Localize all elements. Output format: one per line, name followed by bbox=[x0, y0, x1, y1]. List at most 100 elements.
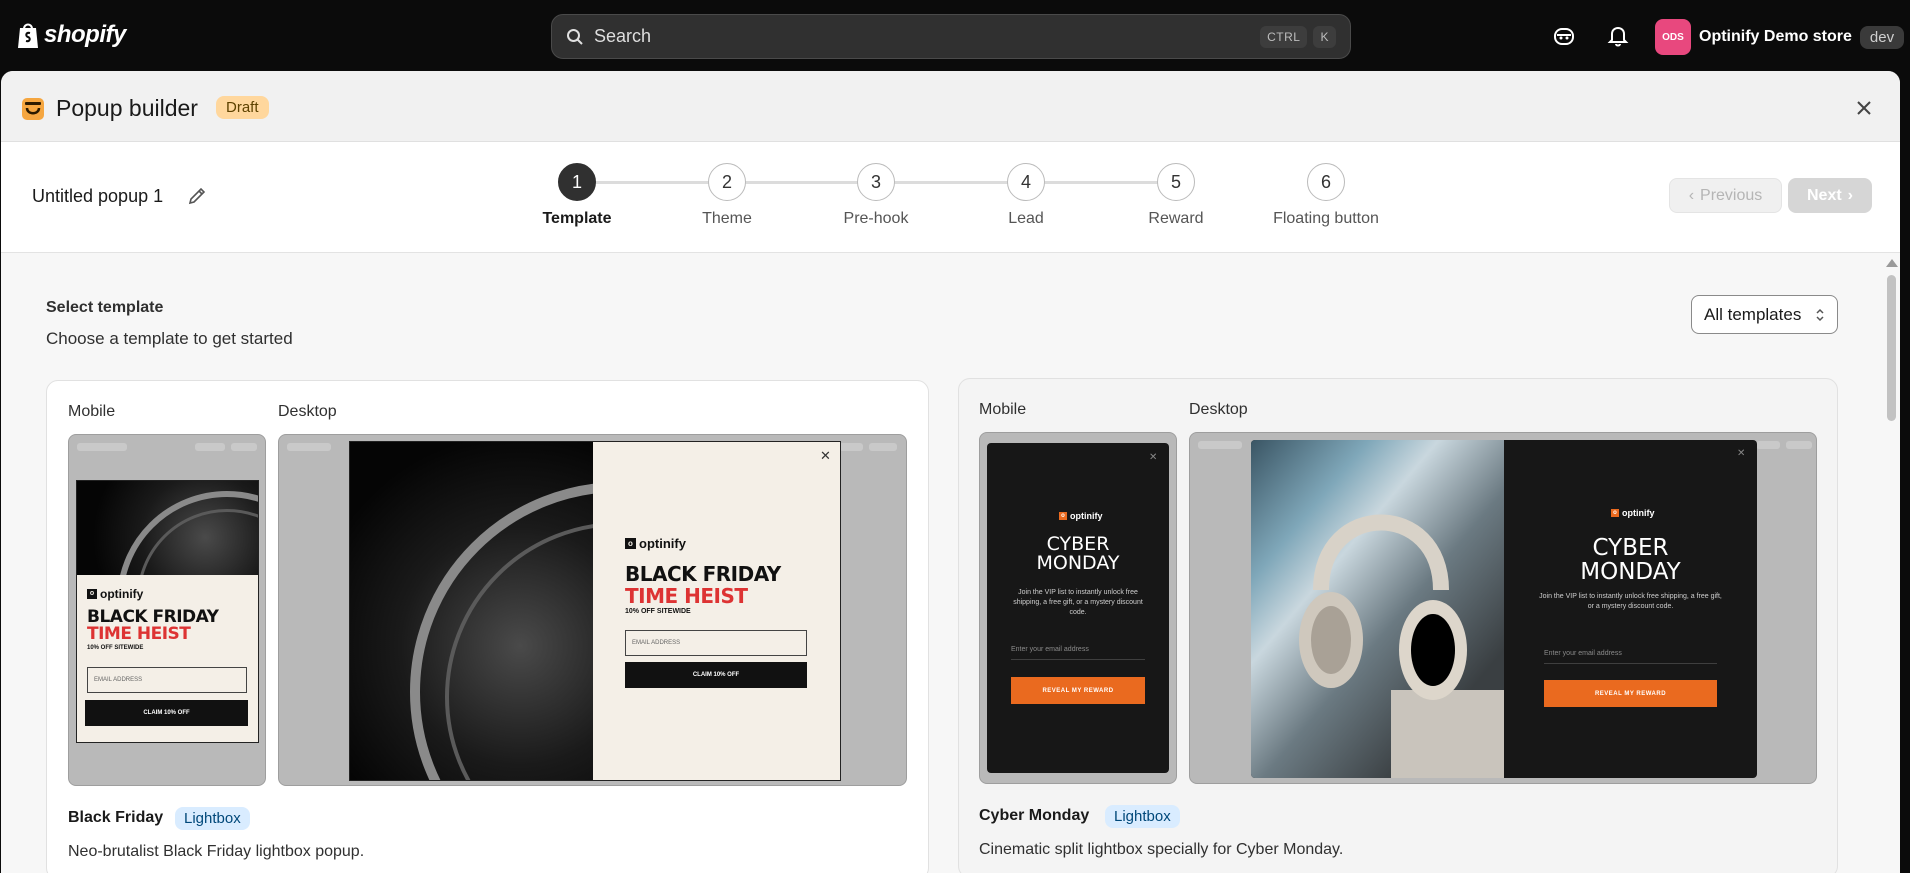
template-type-badge: Lightbox bbox=[175, 807, 250, 830]
template-card-black-friday[interactable]: Mobile Desktop o optinify BLACK FRIDAY T… bbox=[46, 380, 929, 873]
placeholder-bar bbox=[1198, 441, 1242, 449]
pencil-icon[interactable] bbox=[187, 186, 207, 206]
app-icon bbox=[22, 98, 44, 120]
draft-badge: Draft bbox=[216, 96, 269, 119]
mobile-label: Mobile bbox=[979, 401, 1027, 418]
headphones-image bbox=[1251, 440, 1504, 778]
step-6-label[interactable]: Floating button bbox=[1246, 210, 1406, 228]
optinify-logo: o optinify bbox=[1611, 508, 1655, 518]
sidekick-icon[interactable] bbox=[1552, 24, 1576, 48]
placeholder-bar bbox=[1786, 441, 1812, 449]
brand-name: optinify bbox=[100, 587, 144, 601]
popup-headline-second: MONDAY bbox=[1036, 552, 1120, 574]
logo-wordmark: shopify bbox=[44, 21, 126, 48]
modal-title: Popup builder bbox=[56, 95, 198, 121]
previous-button[interactable]: ‹ Previous bbox=[1669, 178, 1782, 213]
next-button[interactable]: Next › bbox=[1788, 178, 1872, 213]
popup-offer: 10% OFF SITEWIDE bbox=[87, 645, 144, 651]
logo-mark-icon: o bbox=[87, 589, 97, 599]
modal-header: Popup builder Draft bbox=[1, 71, 1900, 142]
popup-offer: 10% OFF SITEWIDE bbox=[625, 608, 691, 615]
chevron-right-icon: › bbox=[1847, 186, 1853, 204]
shopify-logo[interactable]: shopify bbox=[16, 20, 126, 50]
black-friday-desktop-popup: ✕ o optinify BLACK FRIDAY TIME HEIST 10%… bbox=[349, 441, 841, 781]
step-2-circle[interactable]: 2 bbox=[708, 163, 746, 201]
step-3-label[interactable]: Pre-hook bbox=[796, 210, 956, 228]
placeholder-bar bbox=[287, 443, 331, 451]
brand-name: optinify bbox=[1070, 511, 1103, 521]
placeholder-bar bbox=[195, 443, 225, 451]
popup-body-text: Join the VIP list to instantly unlock fr… bbox=[1013, 589, 1143, 616]
logo-mark-icon: o bbox=[1611, 509, 1619, 517]
optinify-logo: o optinify bbox=[87, 587, 143, 601]
logo-mark-icon: o bbox=[1059, 512, 1067, 520]
template-filter-label: All templates bbox=[1704, 304, 1802, 324]
shortcut-ctrl: CTRL bbox=[1260, 25, 1308, 48]
search-input[interactable]: Search bbox=[594, 26, 1254, 47]
step-4-circle[interactable]: 4 bbox=[1007, 163, 1045, 201]
logo-mark-icon: o bbox=[625, 538, 636, 549]
desktop-label: Desktop bbox=[1189, 401, 1248, 418]
template-filter-select[interactable]: All templates bbox=[1691, 295, 1838, 334]
popup-email-input: EMAIL ADDRESS bbox=[87, 667, 247, 693]
desktop-label: Desktop bbox=[278, 403, 337, 420]
optinify-logo: o optinify bbox=[625, 536, 686, 551]
section-subtitle: Choose a template to get started bbox=[46, 329, 293, 348]
popup-close-icon: ✕ bbox=[1149, 452, 1158, 463]
popup-headline-accent: TIME HEIST bbox=[87, 624, 191, 644]
desktop-preview: ✕ o optinify CYBER MONDAY Join the VIP l… bbox=[1189, 432, 1817, 784]
popup-claim-button: CLAIM 10% OFF bbox=[85, 700, 248, 726]
scroll-up-icon[interactable] bbox=[1886, 259, 1898, 267]
step-3-circle[interactable]: 3 bbox=[857, 163, 895, 201]
step-5-circle[interactable]: 5 bbox=[1157, 163, 1195, 201]
select-arrows-icon bbox=[1816, 308, 1824, 321]
scrollbar-thumb[interactable] bbox=[1887, 275, 1896, 421]
watch-image bbox=[77, 481, 258, 575]
store-name: Optinify Demo store bbox=[1699, 28, 1852, 45]
template-type-badge: Lightbox bbox=[1105, 805, 1180, 828]
cyber-monday-mobile-popup: ✕ o optinify CYBER MONDAY Join the VIP l… bbox=[987, 443, 1169, 773]
stepper-bar bbox=[1, 142, 1900, 253]
headphones-illustration bbox=[1299, 514, 1504, 778]
template-content: Select template Choose a template to get… bbox=[1, 253, 1900, 873]
previous-button-label: Previous bbox=[1700, 186, 1763, 204]
popup-headline: CYBER bbox=[1592, 535, 1669, 561]
shopping-bag-icon bbox=[18, 23, 38, 48]
placeholder-bar bbox=[77, 443, 127, 451]
template-description: Cinematic split lightbox specially for C… bbox=[979, 841, 1344, 858]
step-2-label[interactable]: Theme bbox=[647, 210, 807, 228]
step-4-label[interactable]: Lead bbox=[946, 210, 1106, 228]
close-icon[interactable] bbox=[1853, 97, 1875, 119]
section-title: Select template bbox=[46, 299, 164, 316]
store-avatar: ODS bbox=[1655, 19, 1691, 55]
brand-name: optinify bbox=[1622, 508, 1655, 518]
step-5-label[interactable]: Reward bbox=[1096, 210, 1256, 228]
popup-reveal-button: REVEAL MY REWARD bbox=[1544, 680, 1717, 707]
step-1-label[interactable]: Template bbox=[497, 210, 657, 228]
cyber-monday-desktop-popup: ✕ o optinify CYBER MONDAY Join the VIP l… bbox=[1251, 440, 1757, 778]
mobile-preview: o optinify BLACK FRIDAY TIME HEIST 10% O… bbox=[68, 434, 266, 786]
store-switcher[interactable]: ODS Optinify Demo store dev bbox=[1655, 19, 1905, 55]
step-1-circle[interactable]: 1 bbox=[558, 163, 596, 201]
popup-close-icon: ✕ bbox=[1737, 448, 1746, 459]
scrollbar[interactable] bbox=[1882, 253, 1900, 873]
template-name: Cyber Monday bbox=[979, 807, 1090, 824]
optinify-logo: o optinify bbox=[1059, 511, 1103, 521]
popup-headline: BLACK FRIDAY bbox=[625, 562, 781, 586]
placeholder-bar bbox=[1756, 441, 1780, 449]
popup-email-input: Enter your email address bbox=[1544, 650, 1717, 664]
placeholder-bar bbox=[231, 443, 257, 451]
template-name: Black Friday bbox=[68, 809, 164, 826]
bell-icon[interactable] bbox=[1606, 24, 1630, 48]
search-bar[interactable]: Search CTRL K bbox=[551, 14, 1351, 59]
mobile-label: Mobile bbox=[68, 403, 116, 420]
template-description: Neo-brutalist Black Friday lightbox popu… bbox=[68, 843, 365, 860]
popup-claim-button: CLAIM 10% OFF bbox=[625, 662, 807, 688]
step-6-circle[interactable]: 6 bbox=[1307, 163, 1345, 201]
placeholder-bar bbox=[869, 443, 897, 451]
chevron-left-icon: ‹ bbox=[1688, 186, 1695, 204]
template-card-cyber-monday[interactable]: Mobile Desktop ✕ o optinify CYBER MONDAY… bbox=[958, 378, 1838, 873]
watch-image bbox=[350, 442, 593, 780]
popup-body-text: Join the VIP list to instantly unlock fr… bbox=[1539, 593, 1722, 610]
placeholder-bar bbox=[839, 443, 863, 451]
